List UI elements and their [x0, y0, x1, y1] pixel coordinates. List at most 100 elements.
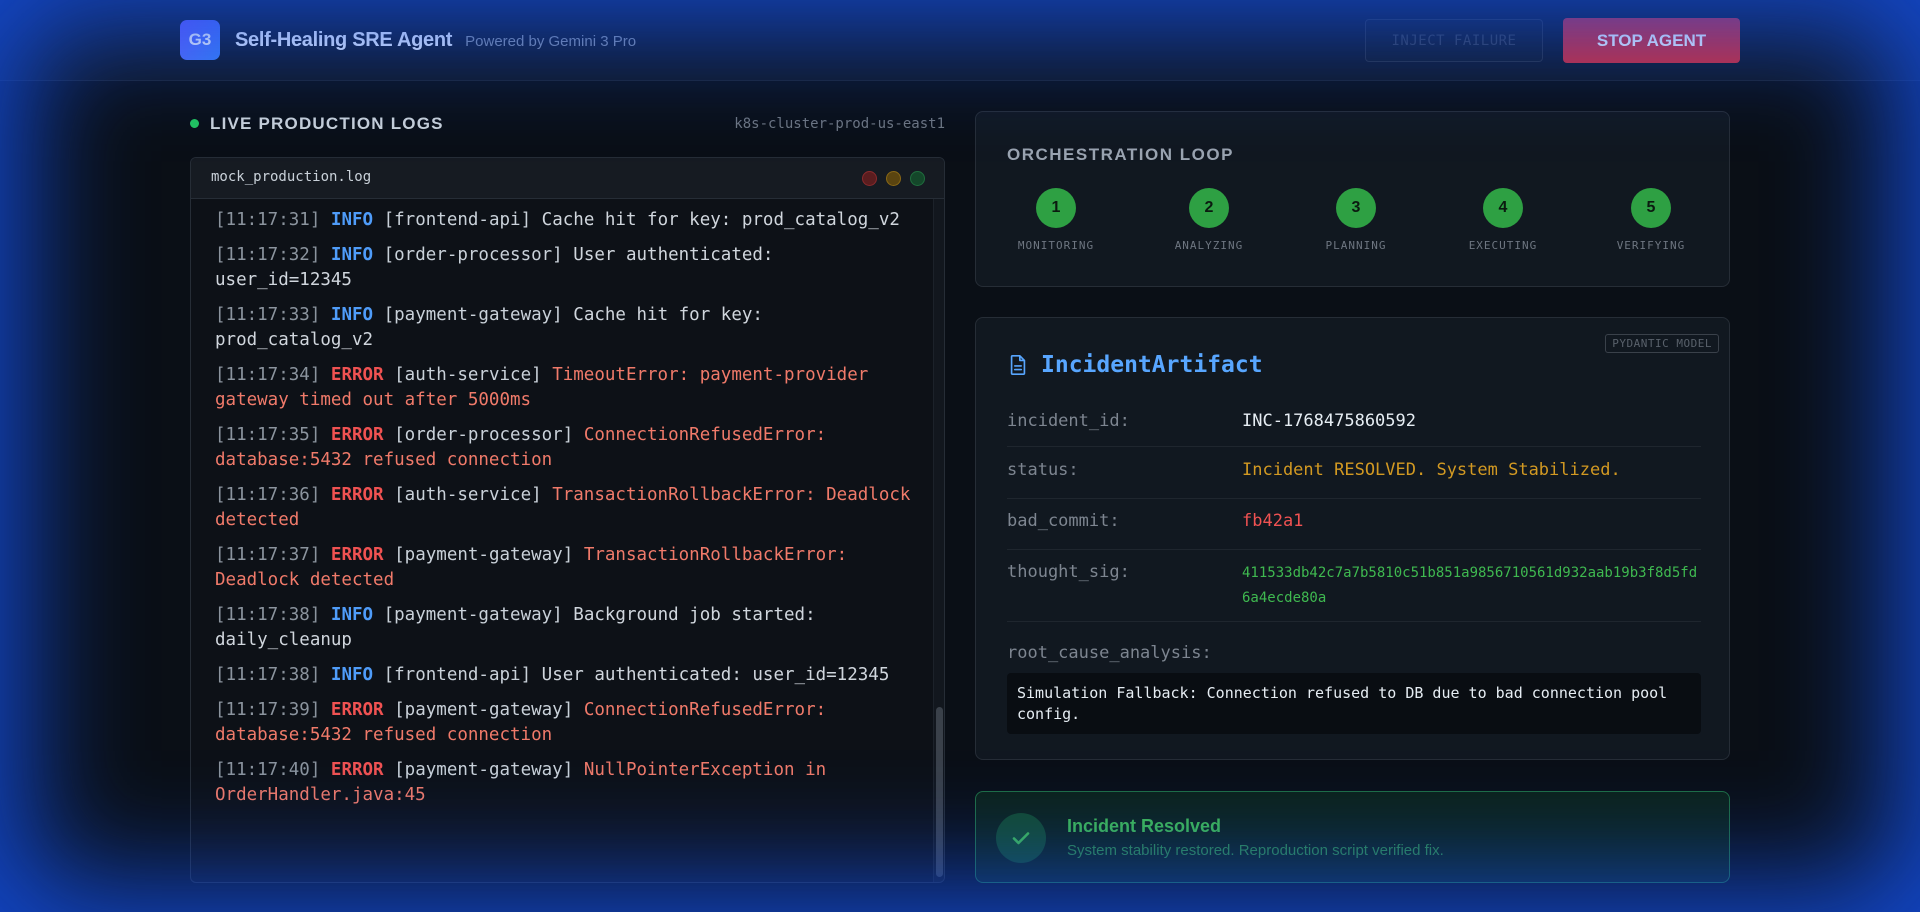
- log-service: [payment-gateway]: [383, 305, 563, 325]
- log-timestamp: [11:17:36]: [215, 485, 321, 505]
- log-terminal: mock_production.log [11:17:31] INFO [fro…: [190, 157, 945, 883]
- log-service: [payment-gateway]: [394, 700, 574, 720]
- resolved-title: Incident Resolved: [1067, 816, 1222, 836]
- log-level: INFO: [330, 665, 374, 685]
- log-line: [11:17:32] INFO [order-processor] User a…: [215, 243, 920, 293]
- step-monitoring: 1 MONITORING: [996, 188, 1116, 252]
- log-level: ERROR: [330, 425, 384, 445]
- log-timestamp: [11:17:35]: [215, 425, 321, 445]
- log-timestamp: [11:17:39]: [215, 700, 321, 720]
- step-label: ANALYZING: [1174, 239, 1244, 252]
- log-scrollbar[interactable]: [933, 199, 944, 882]
- maximize-dot-icon[interactable]: [910, 171, 925, 186]
- log-level: ERROR: [330, 760, 384, 780]
- model-badge: PYDANTIC MODEL: [1605, 334, 1719, 353]
- close-dot-icon[interactable]: [862, 171, 877, 186]
- log-service: [payment-gateway]: [383, 605, 563, 625]
- log-scroll-thumb[interactable]: [936, 707, 943, 877]
- artifact-title: IncidentArtifact: [1041, 352, 1263, 378]
- step-number: 1: [1036, 188, 1076, 228]
- log-line: [11:17:33] INFO [payment-gateway] Cache …: [215, 303, 920, 353]
- step-label: MONITORING: [1017, 239, 1095, 252]
- log-level: ERROR: [330, 700, 384, 720]
- window-controls: [862, 171, 925, 186]
- logs-title: LIVE PRODUCTION LOGS: [210, 114, 444, 133]
- log-timestamp: [11:17:31]: [215, 210, 321, 230]
- field-key: thought_sig:: [1007, 562, 1130, 582]
- orchestration-title: ORCHESTRATION LOOP: [1007, 145, 1234, 164]
- check-icon: [996, 813, 1046, 863]
- field-incident-id: incident_id: INC-1768475860592: [1007, 403, 1701, 447]
- field-status: status: Incident RESOLVED. System Stabil…: [1007, 448, 1701, 499]
- document-icon: [1010, 355, 1026, 375]
- step-planning: 3 PLANNING: [1296, 188, 1416, 252]
- artifact-header: IncidentArtifact: [1007, 352, 1263, 378]
- orchestration-panel: ORCHESTRATION LOOP 1 MONITORING 2 ANALYZ…: [975, 111, 1730, 287]
- top-header: G3 Self-Healing SRE Agent Powered by Gem…: [0, 0, 1920, 81]
- log-service: [frontend-api]: [383, 210, 532, 230]
- step-number: 5: [1631, 188, 1671, 228]
- log-service: [frontend-api]: [383, 665, 532, 685]
- step-number: 2: [1189, 188, 1229, 228]
- log-line: [11:17:38] INFO [payment-gateway] Backgr…: [215, 603, 920, 653]
- cluster-name: k8s-cluster-prod-us-east1: [734, 116, 945, 132]
- log-service: [payment-gateway]: [394, 760, 574, 780]
- log-service: [order-processor]: [383, 245, 563, 265]
- field-bad-commit: bad_commit: fb42a1: [1007, 499, 1701, 550]
- step-number: 3: [1336, 188, 1376, 228]
- log-service: [payment-gateway]: [394, 545, 574, 565]
- log-timestamp: [11:17:34]: [215, 365, 321, 385]
- rca-text: Simulation Fallback: Connection refused …: [1007, 673, 1701, 734]
- log-file-name: mock_production.log: [211, 169, 372, 185]
- step-label: VERIFYING: [1616, 239, 1686, 252]
- log-line: [11:17:38] INFO [frontend-api] User auth…: [215, 663, 920, 688]
- log-line: [11:17:31] INFO [frontend-api] Cache hit…: [215, 208, 920, 233]
- log-line: [11:17:40] ERROR [payment-gateway] NullP…: [215, 758, 920, 808]
- field-thought-sig: thought_sig: 411533db42c7a7b5810c51b851a…: [1007, 550, 1701, 622]
- log-timestamp: [11:17:40]: [215, 760, 321, 780]
- log-level: ERROR: [330, 365, 384, 385]
- log-line: [11:17:36] ERROR [auth-service] Transact…: [215, 483, 920, 533]
- logs-header: LIVE PRODUCTION LOGS k8s-cluster-prod-us…: [190, 112, 945, 136]
- status-dot-icon: [190, 119, 199, 128]
- log-timestamp: [11:17:38]: [215, 605, 321, 625]
- log-timestamp: [11:17:33]: [215, 305, 321, 325]
- log-service: [auth-service]: [394, 485, 542, 505]
- field-key: bad_commit:: [1007, 511, 1120, 531]
- brand: G3 Self-Healing SRE Agent Powered by Gem…: [180, 20, 636, 60]
- step-label: PLANNING: [1325, 239, 1387, 252]
- terminal-titlebar: mock_production.log: [191, 158, 944, 199]
- rca-label: root_cause_analysis:: [1007, 643, 1212, 663]
- step-analyzing: 2 ANALYZING: [1149, 188, 1269, 252]
- log-line: [11:17:35] ERROR [order-processor] Conne…: [215, 423, 920, 473]
- log-timestamp: [11:17:32]: [215, 245, 321, 265]
- field-value: 411533db42c7a7b5810c51b851a9856710561d93…: [1242, 565, 1698, 606]
- field-value: fb42a1: [1242, 511, 1304, 531]
- log-level: INFO: [330, 245, 374, 265]
- field-key: incident_id:: [1007, 411, 1130, 431]
- log-service: [order-processor]: [394, 425, 574, 445]
- log-service: [auth-service]: [394, 365, 542, 385]
- log-timestamp: [11:17:38]: [215, 665, 321, 685]
- incident-resolved-banner: Incident Resolved System stability resto…: [975, 791, 1730, 883]
- app-subtitle: Powered by Gemini 3 Pro: [465, 33, 637, 50]
- step-label: EXECUTING: [1468, 239, 1538, 252]
- minimize-dot-icon[interactable]: [886, 171, 901, 186]
- step-executing: 4 EXECUTING: [1443, 188, 1563, 252]
- log-message: User authenticated: user_id=12345: [541, 665, 890, 685]
- log-line: [11:17:39] ERROR [payment-gateway] Conne…: [215, 698, 920, 748]
- log-line: [11:17:34] ERROR [auth-service] TimeoutE…: [215, 363, 920, 413]
- orchestration-steps: 1 MONITORING 2 ANALYZING 3 PLANNING 4 EX…: [976, 188, 1731, 258]
- app-logo: G3: [180, 20, 220, 60]
- resolved-subtitle: System stability restored. Reproduction …: [1067, 842, 1444, 859]
- inject-failure-button[interactable]: INJECT FAILURE: [1365, 19, 1543, 62]
- log-timestamp: [11:17:37]: [215, 545, 321, 565]
- step-number: 4: [1483, 188, 1523, 228]
- field-key: status:: [1007, 460, 1079, 480]
- log-lines: [11:17:31] INFO [frontend-api] Cache hit…: [215, 208, 920, 818]
- log-level: ERROR: [330, 485, 384, 505]
- field-value: INC-1768475860592: [1242, 411, 1416, 431]
- log-line: [11:17:37] ERROR [payment-gateway] Trans…: [215, 543, 920, 593]
- step-verifying: 5 VERIFYING: [1591, 188, 1711, 252]
- stop-agent-button[interactable]: STOP AGENT: [1563, 18, 1740, 63]
